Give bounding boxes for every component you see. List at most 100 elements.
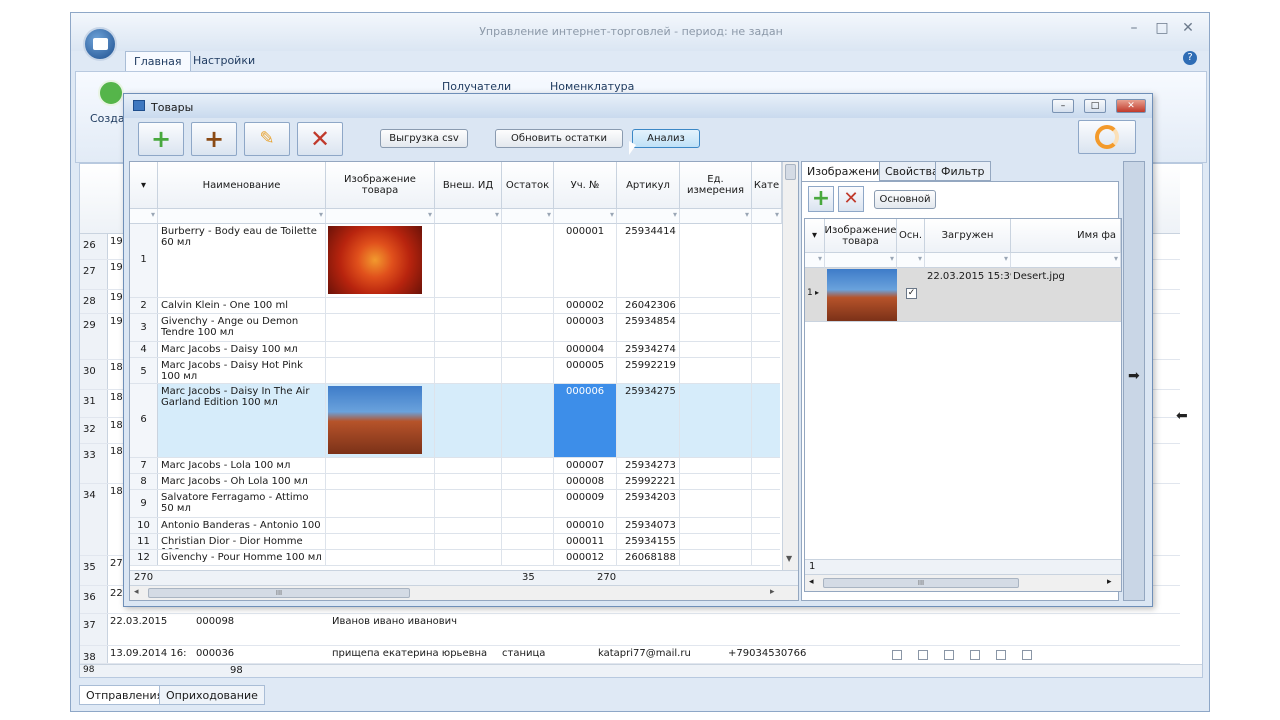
main-checkbox[interactable]: ✓ bbox=[906, 288, 917, 299]
refresh-stock-button[interactable]: Обновить остатки bbox=[495, 129, 623, 148]
name-cell[interactable]: Marc Jacobs - Daisy Hot Pink 100 мл bbox=[158, 358, 326, 383]
column-header-account-number[interactable]: Уч. № bbox=[554, 162, 617, 209]
scroll-thumb[interactable]: III bbox=[823, 578, 1019, 588]
add-image-button[interactable]: + bbox=[808, 186, 834, 212]
table-row-selected[interactable]: 6 Marc Jacobs - Daisy In The Air Garland… bbox=[130, 384, 780, 458]
filter-cell[interactable] bbox=[435, 209, 502, 224]
image-cell[interactable] bbox=[326, 384, 435, 457]
name-cell[interactable]: Burberry - Body eau de Toilette 60 мл bbox=[158, 224, 326, 297]
unit-cell[interactable] bbox=[680, 358, 752, 383]
checkbox[interactable] bbox=[995, 650, 1006, 660]
filter-cell[interactable] bbox=[158, 209, 326, 224]
horizontal-scrollbar[interactable]: ◂ III ▸ bbox=[130, 585, 798, 600]
stock-cell[interactable] bbox=[502, 490, 554, 517]
checkbox[interactable] bbox=[969, 650, 980, 660]
stock-cell[interactable] bbox=[502, 550, 554, 565]
stock-cell[interactable] bbox=[502, 224, 554, 297]
scroll-right-icon[interactable]: ▸ bbox=[770, 587, 775, 597]
external-id-cell[interactable] bbox=[435, 534, 502, 549]
filter-cell[interactable] bbox=[554, 209, 617, 224]
account-number-cell[interactable]: 000002 bbox=[554, 298, 617, 313]
table-row[interactable]: 3 Givenchy - Ange ou Demon Tendre 100 мл… bbox=[130, 314, 780, 342]
name-cell[interactable]: Marc Jacobs - Daisy 100 мл bbox=[158, 342, 326, 357]
help-icon[interactable]: ? bbox=[1183, 51, 1197, 65]
table-row[interactable]: 12 Givenchy - Pour Homme 100 мл 000012 2… bbox=[130, 550, 780, 566]
image-cell[interactable] bbox=[326, 550, 435, 565]
tab-main[interactable]: Главная bbox=[125, 51, 191, 71]
scroll-thumb[interactable] bbox=[785, 164, 796, 180]
external-id-cell[interactable] bbox=[435, 474, 502, 489]
table-row[interactable]: 5 Marc Jacobs - Daisy Hot Pink 100 мл 00… bbox=[130, 358, 780, 384]
close-button[interactable]: ✕ bbox=[1177, 19, 1199, 37]
filter-cell[interactable] bbox=[897, 253, 925, 268]
table-row[interactable]: 11 Christian Dior - Dior Homme 100 мл 00… bbox=[130, 534, 780, 550]
filter-cell[interactable] bbox=[326, 209, 435, 224]
external-id-cell[interactable] bbox=[435, 384, 502, 457]
image-cell[interactable] bbox=[326, 358, 435, 383]
minimize-button[interactable]: – bbox=[1123, 19, 1145, 37]
article-cell[interactable]: 25934275 bbox=[617, 384, 680, 457]
article-cell[interactable]: 25934073 bbox=[617, 518, 680, 533]
column-menu[interactable]: ▾ bbox=[805, 219, 825, 253]
name-cell[interactable]: Givenchy - Ange ou Demon Tendre 100 мл bbox=[158, 314, 326, 341]
external-id-cell[interactable] bbox=[435, 298, 502, 313]
name-cell[interactable]: Marc Jacobs - Lola 100 мл bbox=[158, 458, 326, 473]
tab-settings[interactable]: Настройки bbox=[185, 51, 263, 71]
unit-cell[interactable] bbox=[680, 490, 752, 517]
checkbox[interactable] bbox=[917, 650, 928, 660]
article-cell[interactable]: 25934155 bbox=[617, 534, 680, 549]
stock-cell[interactable] bbox=[502, 534, 554, 549]
article-cell[interactable]: 25934414 bbox=[617, 224, 680, 297]
stock-cell[interactable] bbox=[502, 474, 554, 489]
image-row-selected[interactable]: 1 ▸ ✓ 22.03.2015 15:39 Desert.jpg bbox=[805, 268, 1121, 322]
tab-receipts[interactable]: Оприходование bbox=[159, 685, 265, 705]
delete-image-button[interactable]: ✕ bbox=[838, 186, 864, 212]
recipients-button[interactable]: Получатели bbox=[442, 80, 511, 93]
column-header-filename[interactable]: Имя фа bbox=[1011, 219, 1121, 253]
checkbox[interactable] bbox=[1021, 650, 1032, 660]
image-cell[interactable] bbox=[326, 490, 435, 517]
external-id-cell[interactable] bbox=[435, 314, 502, 341]
images-hscrollbar[interactable]: ◂ III ▸ bbox=[805, 574, 1121, 591]
image-cell[interactable] bbox=[326, 474, 435, 489]
account-number-cell[interactable]: 000007 bbox=[554, 458, 617, 473]
column-header-unit[interactable]: Ед. измерения bbox=[680, 162, 752, 209]
account-number-cell[interactable]: 000003 bbox=[554, 314, 617, 341]
stock-cell[interactable] bbox=[502, 298, 554, 313]
nomenclature-button[interactable]: Номенклатура bbox=[550, 80, 634, 93]
stock-cell[interactable] bbox=[502, 384, 554, 457]
name-cell[interactable]: Marc Jacobs - Oh Lola 100 мл bbox=[158, 474, 326, 489]
unit-cell[interactable] bbox=[680, 550, 752, 565]
filter-cell[interactable] bbox=[502, 209, 554, 224]
external-id-cell[interactable] bbox=[435, 518, 502, 533]
filter-cell[interactable] bbox=[130, 209, 158, 224]
table-row[interactable]: 9 Salvatore Ferragamo - Attimo 50 мл 000… bbox=[130, 490, 780, 518]
create-label[interactable]: Созда bbox=[90, 112, 125, 125]
name-cell[interactable]: Christian Dior - Dior Homme 100 мл bbox=[158, 534, 326, 549]
name-cell[interactable]: Givenchy - Pour Homme 100 мл bbox=[158, 550, 326, 565]
checkbox[interactable] bbox=[943, 650, 954, 660]
filter-cell[interactable] bbox=[805, 253, 825, 268]
images-grid[interactable]: ▾ Изображение товара Осн. Загружен Имя ф… bbox=[804, 218, 1122, 592]
table-row[interactable]: 10 Antonio Banderas - Antonio 100 мл 000… bbox=[130, 518, 780, 534]
external-id-cell[interactable] bbox=[435, 458, 502, 473]
column-header-main[interactable]: Осн. bbox=[897, 219, 925, 253]
unit-cell[interactable] bbox=[680, 458, 752, 473]
image-cell[interactable] bbox=[326, 534, 435, 549]
table-row[interactable]: 7 Marc Jacobs - Lola 100 мл 000007 25934… bbox=[130, 458, 780, 474]
external-id-cell[interactable] bbox=[435, 490, 502, 517]
account-number-cell[interactable]: 000004 bbox=[554, 342, 617, 357]
account-number-cell[interactable]: 000010 bbox=[554, 518, 617, 533]
image-cell[interactable] bbox=[326, 314, 435, 341]
image-cell[interactable] bbox=[326, 342, 435, 357]
column-header-image[interactable]: Изображение товара bbox=[326, 162, 435, 209]
add-group-button[interactable]: + bbox=[191, 122, 237, 156]
stock-cell[interactable] bbox=[502, 358, 554, 383]
unit-cell[interactable] bbox=[680, 534, 752, 549]
name-cell[interactable]: Salvatore Ferragamo - Attimo 50 мл bbox=[158, 490, 326, 517]
side-panel-toggle[interactable]: ➡ bbox=[1123, 161, 1145, 601]
external-id-cell[interactable] bbox=[435, 358, 502, 383]
column-header-external-id[interactable]: Внеш. ИД bbox=[435, 162, 502, 209]
tab-filter[interactable]: Фильтр bbox=[935, 161, 991, 181]
filter-cell[interactable] bbox=[925, 253, 1011, 268]
